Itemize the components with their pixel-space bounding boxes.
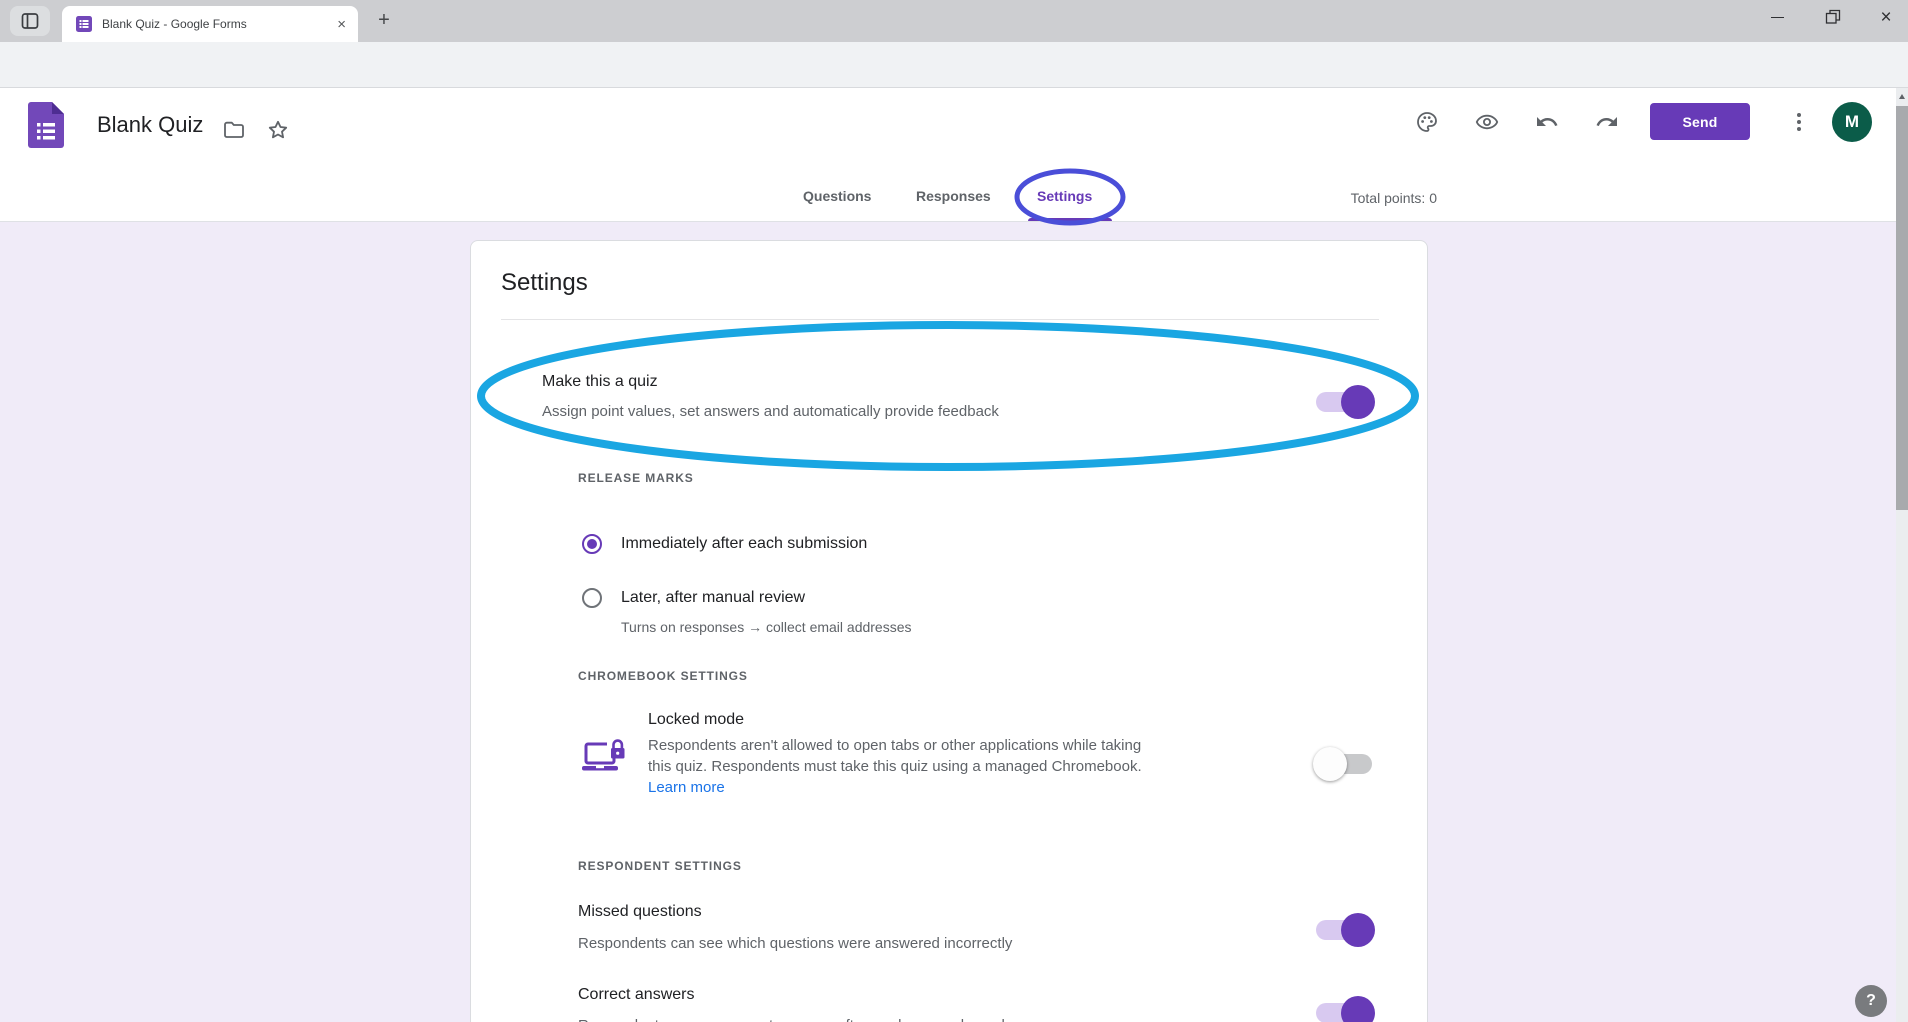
browser-tab[interactable]: Blank Quiz - Google Forms × [62,6,358,42]
redo-button[interactable] [1595,110,1619,134]
learn-more-link[interactable]: Learn more [648,779,725,796]
tab-settings[interactable]: Settings [1037,188,1092,210]
page-scrollbar[interactable] [1896,88,1908,1022]
make-quiz-description: Assign point values, set answers and aut… [542,401,999,422]
scroll-up-icon [1899,94,1905,99]
account-avatar[interactable]: M [1832,102,1872,142]
forms-logo-icon[interactable] [28,102,64,148]
tab-strip: Blank Quiz - Google Forms × + × [0,0,1908,42]
make-quiz-toggle[interactable] [1316,392,1372,412]
respondent-settings-header: RESPONDENT SETTINGS [578,859,742,873]
eye-icon [1475,110,1499,134]
locked-mode-title: Locked mode [648,711,744,729]
tab-close-icon[interactable]: × [337,17,346,32]
star-icon [266,118,290,142]
missed-questions-title: Missed questions [578,903,702,921]
minimize-icon [1771,17,1784,18]
forms-page: Blank Quiz [0,88,1896,1022]
new-tab-button[interactable]: + [372,4,396,36]
tab-responses[interactable]: Responses [916,188,991,210]
settings-heading: Settings [501,269,588,297]
correct-answers-title: Correct answers [578,986,694,1004]
form-title[interactable]: Blank Quiz [97,112,203,138]
close-icon: × [1880,8,1891,27]
window-minimize-button[interactable] [1755,0,1799,34]
locked-mode-description: Respondents aren't allowed to open tabs … [648,735,1153,798]
radio-immediately[interactable] [582,534,602,554]
total-points-label: Total points: 0 [1351,190,1437,206]
browser-window: Blank Quiz - Google Forms × + × [0,0,1908,1022]
undo-icon [1535,110,1559,134]
radio-later-note: Turns on responses → collect email addre… [621,619,912,635]
toggle-knob [1313,747,1347,781]
move-folder-button[interactable] [222,118,246,142]
divider [501,319,1379,320]
send-button[interactable]: Send [1650,103,1750,140]
restore-icon [1825,9,1841,25]
palette-icon [1415,110,1439,134]
locked-mode-toggle[interactable] [1316,754,1372,774]
radio-later[interactable] [582,588,602,608]
missed-questions-toggle[interactable] [1316,920,1372,940]
window-restore-button[interactable] [1811,0,1855,34]
toggle-knob [1341,996,1375,1022]
undo-button[interactable] [1535,110,1559,134]
redo-icon [1595,110,1619,134]
missed-questions-description: Respondents can see which questions were… [578,933,1012,954]
tab-actions-button[interactable] [10,6,50,36]
window-close-button[interactable]: × [1864,0,1908,34]
chromebook-settings-header: CHROMEBOOK SETTINGS [578,669,748,683]
tab-title: Blank Quiz - Google Forms [102,17,331,31]
radio-immediately-label: Immediately after each submission [621,535,867,553]
help-button[interactable]: ? [1855,985,1887,1017]
release-marks-header: RELEASE MARKS [578,471,694,485]
correct-answers-toggle[interactable] [1316,1003,1372,1022]
forms-header: Blank Quiz [0,88,1896,222]
locked-mode-icon [582,736,628,778]
forms-favicon-icon [76,16,92,32]
settings-card: Settings Make this a quiz Assign point v… [470,240,1428,1022]
radio-later-label: Later, after manual review [621,589,805,607]
toggle-knob [1341,913,1375,947]
make-quiz-title: Make this a quiz [542,373,658,391]
more-options-button[interactable] [1789,112,1809,132]
tab-questions[interactable]: Questions [803,188,871,210]
folder-icon [222,118,246,142]
help-label: ? [1866,992,1876,1010]
active-tab-indicator [1028,218,1112,221]
correct-answers-description: Respondents can see correct answers afte… [578,1015,1005,1022]
scrollbar-thumb[interactable] [1896,106,1908,510]
theme-button[interactable] [1415,110,1439,134]
toggle-knob [1341,385,1375,419]
browser-toolbar: https://docs.google.com/forms/d/1OKCFcL-… [0,42,1908,88]
locked-mode-description-text: Respondents aren't allowed to open tabs … [648,737,1142,775]
preview-button[interactable] [1475,110,1499,134]
star-form-button[interactable] [266,118,290,142]
tab-layout-icon [21,12,39,30]
